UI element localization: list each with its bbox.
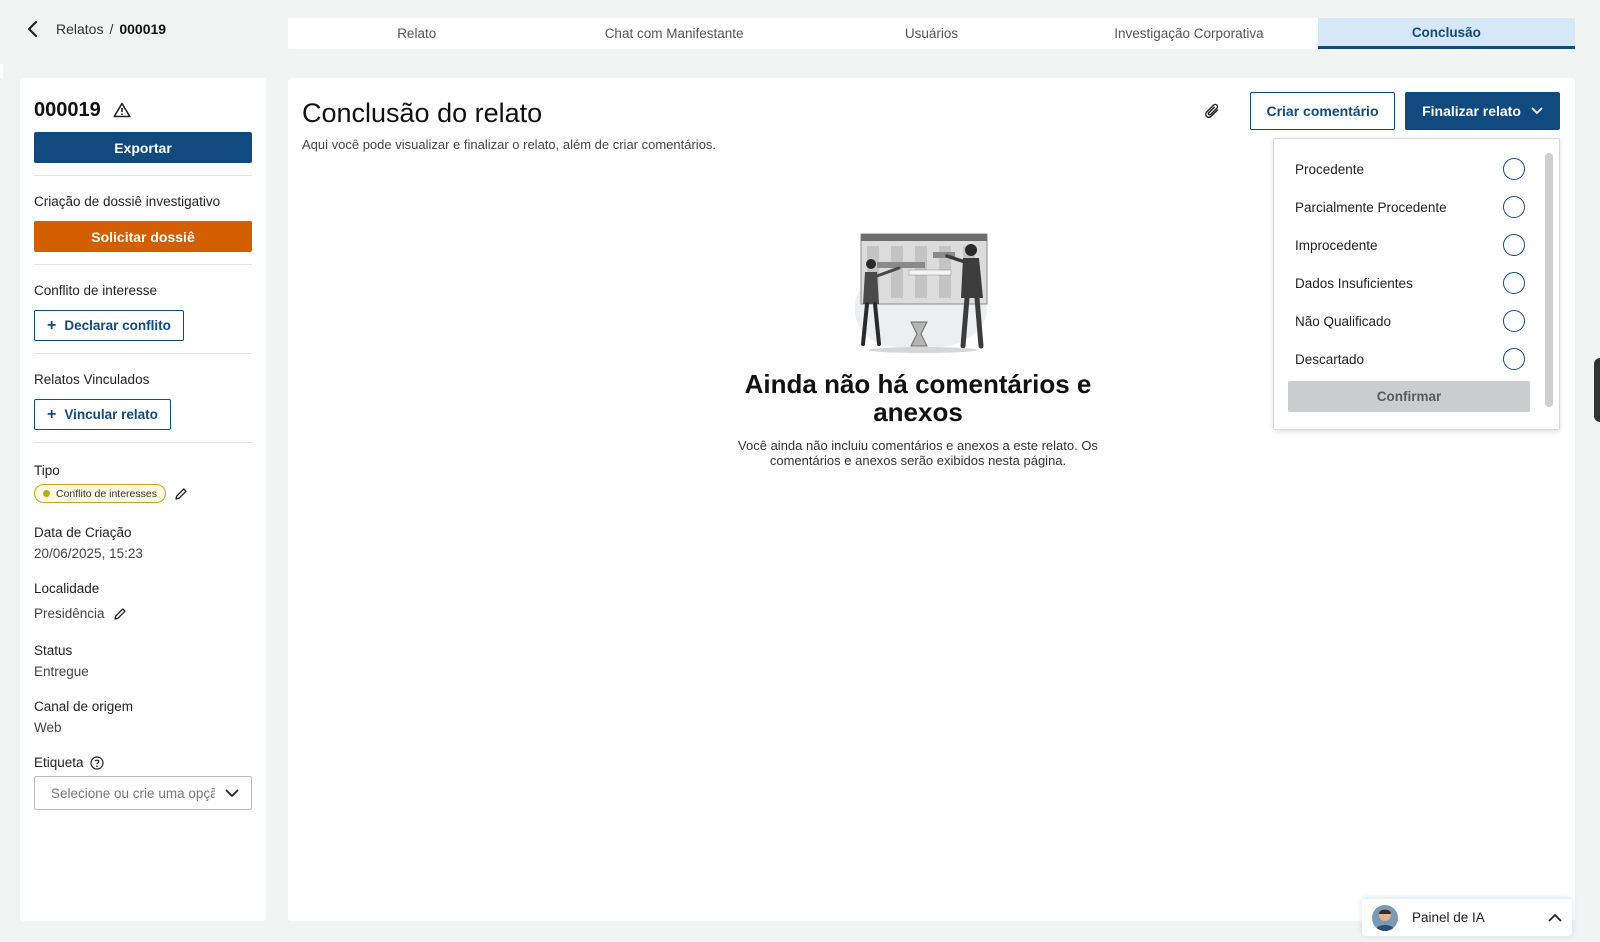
back-button[interactable] [22,19,42,39]
created-value: 20/06/2025, 15:23 [34,546,143,561]
option-improcedente[interactable]: Improcedente [1295,226,1525,264]
tag-select[interactable]: Selecione ou crie uma opção [34,776,252,810]
option-dados-insuficientes[interactable]: Dados Insuficientes [1295,264,1525,302]
option-label: Descartado [1295,351,1365,367]
breadcrumb-parent[interactable]: Relatos [56,21,103,37]
declare-conflict-button[interactable]: + Declarar conflito [34,310,184,341]
link-report-button[interactable]: + Vincular relato [34,399,171,430]
plus-icon: + [47,316,57,334]
request-dossie-button[interactable]: Solicitar dossiê [34,221,252,252]
tag-select-placeholder: Selecione ou crie uma opção [51,785,215,801]
empty-state-description: Você ainda não incluiu comentários e ane… [738,438,1098,468]
warning-icon [113,102,131,118]
channel-value: Web [34,720,62,735]
radio-button[interactable] [1503,272,1525,294]
side-drawer-handle[interactable] [1594,358,1600,422]
finalize-dropdown: Procedente Parcialmente Procedente Impro… [1273,138,1560,430]
finalize-report-label: Finalizar relato [1422,103,1521,119]
empty-state-title: Ainda não há comentários e anexos [744,369,1092,427]
left-edge-mark [0,64,3,78]
linked-label: Relatos Vinculados [34,372,150,387]
status-value: Entregue [34,664,89,679]
tipo-badge: Conflito de interesses [34,484,166,503]
tipo-value: Conflito de interesses [56,487,157,500]
dropdown-scrollbar[interactable] [1545,153,1553,407]
option-label: Improcedente [1295,237,1378,253]
option-procedente[interactable]: Procedente [1295,150,1525,188]
divider [34,353,252,354]
tab-chat[interactable]: Chat com Manifestante [545,18,802,49]
breadcrumb: Relatos / 000019 [22,18,166,40]
tab-relato[interactable]: Relato [288,18,545,49]
locality-value: Presidência [34,606,105,621]
tab-usuarios[interactable]: Usuários [803,18,1060,49]
page-title: Conclusão do relato [302,98,543,128]
export-button[interactable]: Exportar [34,132,252,163]
option-parcialmente-procedente[interactable]: Parcialmente Procedente [1295,188,1525,226]
paperclip-icon[interactable] [1204,102,1222,122]
locality-label: Localidade [34,581,100,596]
chevron-up-icon [1548,914,1562,922]
divider [34,175,252,176]
declare-conflict-label: Declarar conflito [64,318,171,333]
page-subtitle: Aqui você pode visualizar e finalizar o … [302,137,717,152]
breadcrumb-current: 000019 [119,21,167,37]
dossie-label: Criação de dossiê investigativo [34,194,221,209]
option-label: Não Qualificado [1295,313,1392,329]
empty-state-illustration [854,233,988,353]
create-comment-button[interactable]: Criar comentário [1250,92,1395,130]
pencil-icon[interactable] [174,487,188,501]
radio-button[interactable] [1503,158,1525,180]
finalize-report-button[interactable]: Finalizar relato [1405,92,1560,130]
tab-investigacao[interactable]: Investigação Corporativa [1060,18,1317,49]
status-label: Status [34,643,73,658]
conflict-label: Conflito de interesse [34,283,158,298]
breadcrumb-separator: / [109,21,114,37]
option-descartado[interactable]: Descartado [1295,340,1525,378]
divider [34,442,252,443]
pencil-icon[interactable] [113,607,127,621]
sidebar: 000019 Exportar Criação de dossiê invest… [20,78,266,921]
ai-panel-toggle[interactable]: Painel de IA [1362,899,1572,936]
chevron-left-icon [27,20,38,38]
help-icon[interactable] [89,755,104,770]
confirm-button[interactable]: Confirmar [1288,381,1530,412]
tab-conclusao[interactable]: Conclusão [1317,18,1576,49]
created-label: Data de Criação [34,525,132,540]
empty-state: Ainda não há comentários e anexos Você a… [718,226,1118,468]
chevron-down-icon [225,789,239,797]
option-label: Dados Insuficientes [1295,275,1413,291]
option-nao-qualificado[interactable]: Não Qualificado [1295,302,1525,340]
radio-button[interactable] [1503,310,1525,332]
ai-avatar [1372,904,1398,931]
tab-bar: Relato Chat com Manifestante Usuários In… [288,18,1576,49]
report-id: 000019 [34,98,101,121]
radio-button[interactable] [1503,348,1525,370]
link-report-label: Vincular relato [64,407,158,422]
ai-panel-label: Painel de IA [1412,910,1485,925]
option-label: Procedente [1295,161,1365,177]
chevron-down-icon [1531,107,1543,114]
main-panel: Conclusão do relato Aqui você pode visua… [288,78,1575,921]
badge-dot [43,490,50,497]
option-label: Parcialmente Procedente [1295,199,1447,215]
tag-label: Etiqueta [34,755,84,770]
channel-label: Canal de origem [34,699,134,714]
radio-button[interactable] [1503,234,1525,256]
tipo-label: Tipo [34,463,60,478]
radio-button[interactable] [1503,196,1525,218]
divider [34,264,252,265]
plus-icon: + [47,405,57,423]
